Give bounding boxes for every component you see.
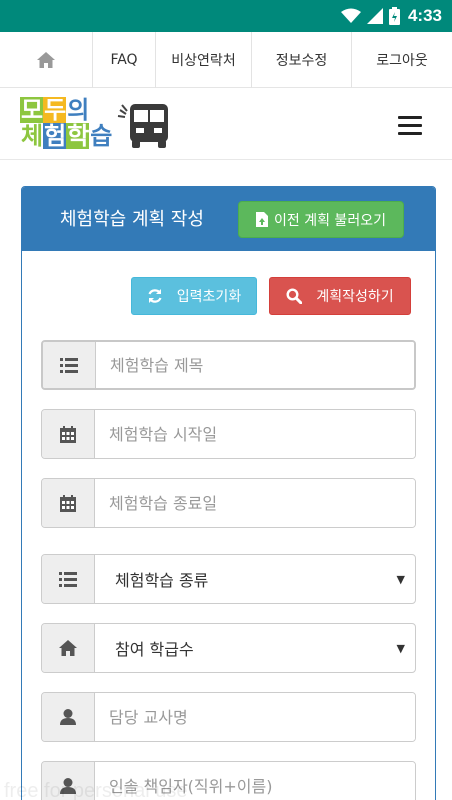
logo-char: 학 <box>66 122 89 150</box>
teacher-addon <box>42 693 95 741</box>
caret-down-icon: ▼ <box>396 641 405 655</box>
top-nav: FAQ 비상연락처 정보수정 로그아웃 <box>0 32 452 88</box>
start-date-addon <box>42 410 95 458</box>
type-select-value: 체험학습 종류 <box>115 571 209 590</box>
end-date-input[interactable] <box>95 479 415 527</box>
load-previous-plan-label: 이전 계획 불러오기 <box>274 212 386 229</box>
nav-logout[interactable]: 로그아웃 <box>352 32 452 88</box>
home-icon <box>59 640 77 656</box>
nav-edit-info[interactable]: 정보수정 <box>252 32 352 88</box>
title-field <box>41 340 416 390</box>
logo-char: 습 <box>90 122 112 150</box>
nav-emergency-contacts[interactable]: 비상연락처 <box>156 32 252 88</box>
logo-char: 모 <box>20 96 43 124</box>
reset-button[interactable]: 입력초기화 <box>131 277 257 315</box>
bus-icon <box>117 104 168 148</box>
write-plan-label: 계획작성하기 <box>316 289 394 305</box>
signal-icon <box>366 8 383 24</box>
calendar-icon <box>60 425 76 443</box>
home-icon <box>37 52 55 68</box>
start-date-input[interactable] <box>95 410 415 458</box>
type-select-field: 체험학습 종류 ▼ <box>41 554 416 604</box>
plan-panel: 체험학습 계획 작성 이전 계획 불러오기 입력초기화 계획작성하기 체험학습 … <box>21 186 436 800</box>
logo-char: 체 <box>21 122 43 150</box>
refresh-icon <box>148 289 162 303</box>
status-time: 4:33 <box>407 6 442 25</box>
logo-char: 의 <box>67 96 89 124</box>
brand-bar: 모두의 체험학습 <box>0 88 452 160</box>
grade-select-addon <box>42 624 95 672</box>
nav-faq[interactable]: FAQ <box>93 32 156 88</box>
grade-select[interactable]: 참여 학급수 ▼ <box>95 624 415 672</box>
load-previous-plan-button[interactable]: 이전 계획 불러오기 <box>238 201 404 238</box>
type-select[interactable]: 체험학습 종류 ▼ <box>95 555 415 603</box>
list-icon <box>60 357 78 373</box>
logo-char: 험 <box>43 122 66 150</box>
teacher-field <box>41 692 416 742</box>
title-input[interactable] <box>96 342 414 388</box>
logo-char: 두 <box>43 96 66 124</box>
end-date-field <box>41 478 416 528</box>
grade-select-value: 참여 학급수 <box>115 640 194 659</box>
user-icon <box>60 709 76 725</box>
grade-select-field: 참여 학급수 ▼ <box>41 623 416 673</box>
action-buttons: 입력초기화 계획작성하기 <box>22 277 435 315</box>
teacher-input[interactable] <box>95 693 415 741</box>
battery-icon <box>388 7 400 25</box>
search-icon <box>286 288 303 304</box>
list-icon <box>59 571 77 587</box>
panel-title: 체험학습 계획 작성 <box>60 209 204 230</box>
watermark: free for personal use <box>4 780 188 800</box>
calendar-icon <box>60 494 76 512</box>
caret-down-icon: ▼ <box>396 572 405 586</box>
type-select-addon <box>42 555 95 603</box>
status-bar: 4:33 <box>0 0 452 32</box>
menu-toggle-button[interactable] <box>398 116 424 136</box>
end-date-addon <box>42 479 95 527</box>
reset-label: 입력초기화 <box>176 289 242 305</box>
hamburger-icon <box>398 116 422 119</box>
start-date-field <box>41 409 416 459</box>
panel-heading: 체험학습 계획 작성 이전 계획 불러오기 <box>22 187 435 251</box>
logo[interactable]: 모두의 체험학습 <box>20 96 170 152</box>
write-plan-button[interactable]: 계획작성하기 <box>269 277 411 315</box>
file-upload-icon <box>256 212 269 227</box>
nav-home[interactable] <box>0 32 93 88</box>
title-addon <box>43 342 96 388</box>
wifi-icon <box>340 8 361 23</box>
